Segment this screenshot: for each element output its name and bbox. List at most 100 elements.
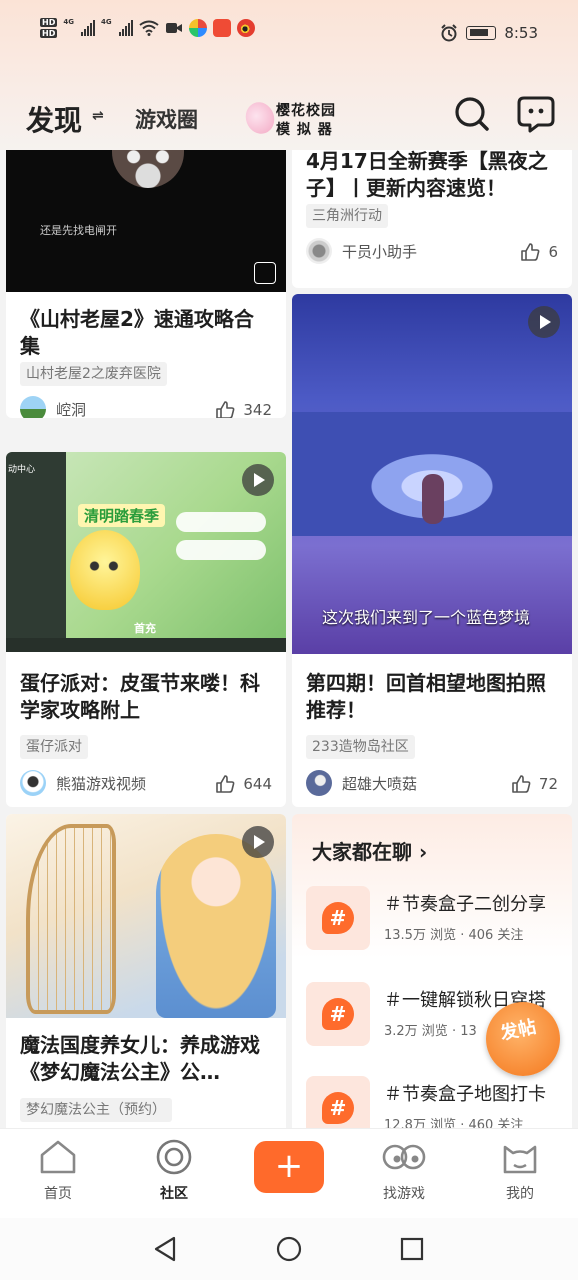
clock: 8:53 [504, 24, 538, 42]
post-title: 4月17日全新赛季【黑夜之子】丨更新内容速览！ [306, 150, 548, 200]
post-title: 《山村老屋2》速通攻略合集 [20, 307, 254, 358]
post-author[interactable]: 干员小助手 [306, 238, 417, 264]
topic-name: ＃节奏盒子二创分享 [384, 894, 546, 915]
promo-line-2: 模 拟 器 [276, 122, 333, 138]
topic-name: ＃节奏盒子地图打卡 [384, 1084, 546, 1105]
promo-banner-sakura-school[interactable]: 樱花校园 模 拟 器 [241, 96, 341, 140]
like-count: 342 [243, 401, 272, 418]
avatar [20, 396, 46, 418]
nav-home[interactable]: 首页 [18, 1139, 98, 1203]
hashtag-icon: # [306, 886, 370, 950]
like-button[interactable]: 644 [215, 774, 272, 794]
hd-indicator: HD HD [40, 18, 58, 38]
nav-find-games[interactable]: 找游戏 [364, 1139, 444, 1203]
like-button[interactable]: 342 [215, 400, 272, 418]
sakura-petal-icon [241, 98, 279, 138]
princess-image [156, 834, 276, 1018]
post-card[interactable]: 还是先找电闸开 《山村老屋2》速通攻略合集 山村老屋2之废弃医院 崆洞 342 [6, 150, 286, 418]
promo-line-1: 樱花校园 [276, 103, 336, 119]
find-games-icon [382, 1144, 426, 1170]
create-plus-button[interactable]: + [254, 1141, 324, 1193]
status-bar: HD HD 4G 4G 8:53 [0, 0, 578, 70]
hashtag-icon: # [306, 982, 370, 1046]
character-silhouette [422, 474, 444, 524]
tab-discover[interactable]: 发现 [26, 99, 82, 139]
wifi-icon [138, 20, 159, 36]
bulb-icon [254, 262, 276, 284]
nav-community[interactable]: 社区 [134, 1139, 214, 1203]
home-circle-icon[interactable] [276, 1236, 302, 1262]
post-author[interactable]: 熊猫游戏视频 [20, 770, 146, 796]
nav-mine[interactable]: 我的 [480, 1139, 560, 1203]
post-card[interactable]: 动中心 清明踏春季 首充 蛋仔派对：皮蛋节来喽！科学家攻略附上 蛋仔派对 熊猫游… [6, 452, 286, 807]
video-play-icon[interactable] [242, 826, 274, 858]
tab-game-circle[interactable]: 游戏圈 [135, 104, 198, 134]
hot-topics-title[interactable]: 大家都在聊 › [312, 836, 427, 865]
thumbs-up-icon [216, 775, 235, 793]
video-play-icon[interactable] [528, 306, 560, 338]
message-icon[interactable] [516, 94, 556, 134]
video-subtitle: 这次我们来到了一个蓝色梦境 [322, 608, 531, 627]
like-button[interactable]: 6 [520, 242, 558, 262]
bottom-nav: 首页 社区 + 找游戏 我的 [0, 1128, 578, 1218]
feed[interactable]: 还是先找电闸开 《山村老屋2》速通攻略合集 山村老屋2之废弃医院 崆洞 342 … [0, 150, 578, 1128]
post-card[interactable]: 这次我们来到了一个蓝色梦境 第四期！回首相望地图拍照推荐！ 233造物岛社区 超… [292, 294, 572, 807]
video-recorder-icon [165, 23, 182, 33]
topic-item[interactable]: # ＃节奏盒子地图打卡 12.8万 浏览 · 460 关注 [306, 1074, 572, 1128]
topic-stats: 3.2万 浏览 · 13 [384, 1024, 477, 1039]
app-notification-icon-2 [212, 19, 231, 37]
app-notification-icon [188, 19, 207, 37]
network-type-2: 4G [100, 18, 112, 26]
like-count: 72 [538, 775, 558, 793]
author-name: 干员小助手 [342, 242, 418, 261]
harp-image [26, 824, 116, 1014]
top-header: 发现 ⇌ 游戏圈 樱花校园 模 拟 器 [0, 90, 578, 146]
topic-stats: 13.5万 浏览 · 406 关注 [384, 928, 524, 943]
post-card[interactable]: 4月17日全新赛季【黑夜之子】丨更新内容速览！ 三角洲行动 干员小助手 6 [292, 150, 572, 288]
weibo-icon [236, 19, 255, 37]
thumbs-up-icon [512, 775, 531, 793]
post-author[interactable]: 超雄大喷菇 [306, 770, 417, 796]
post-tag[interactable]: 三角洲行动 [306, 204, 388, 228]
thumbs-up-icon [216, 401, 235, 418]
post-author[interactable]: 崆洞 [20, 396, 86, 418]
post-card[interactable]: 魔法国度养女儿：养成游戏《梦幻魔法公主》公… 梦幻魔法公主（预约） [6, 814, 286, 1128]
switch-icon[interactable]: ⇌ [92, 108, 104, 124]
cat-profile-icon [503, 1145, 537, 1174]
avatar [306, 770, 332, 796]
back-icon[interactable] [152, 1236, 178, 1262]
ui-pill [176, 540, 266, 560]
like-count: 644 [243, 775, 272, 793]
search-icon[interactable] [452, 94, 492, 134]
thumb-badge: 清明踏春季 [78, 504, 166, 527]
topic-stats: 12.8万 浏览 · 460 关注 [384, 1118, 524, 1128]
thumb-caption: 还是先找电闸开 [40, 224, 117, 237]
ghost-face-image [112, 150, 184, 188]
post-tag[interactable]: 233造物岛社区 [306, 735, 415, 759]
like-button[interactable]: 72 [511, 774, 558, 794]
post-tag[interactable]: 蛋仔派对 [20, 735, 88, 759]
game-sidebar-image [6, 452, 66, 652]
post-tag[interactable]: 梦幻魔法公主（预约） [20, 1098, 172, 1122]
thumb-corner: 动中心 [8, 465, 36, 475]
topic-item[interactable]: # ＃节奏盒子二创分享 13.5万 浏览 · 406 关注 [306, 884, 572, 954]
post-fab-button[interactable]: 发帖 [486, 1002, 560, 1076]
author-name: 熊猫游戏视频 [56, 774, 147, 793]
battery-icon [466, 26, 497, 40]
author-name: 超雄大喷菇 [342, 774, 418, 793]
recents-square-icon[interactable] [400, 1237, 424, 1261]
game-bottom-bar [6, 638, 286, 652]
video-thumbnail: 这次我们来到了一个蓝色梦境 [292, 294, 572, 654]
post-tag[interactable]: 山村老屋2之废弃医院 [20, 362, 167, 386]
video-play-icon[interactable] [242, 464, 274, 496]
signal-icon [80, 20, 95, 36]
avatar [306, 238, 332, 264]
hot-topics-card: 大家都在聊 › # ＃节奏盒子二创分享 13.5万 浏览 · 406 关注 # … [292, 814, 572, 1128]
avatar [20, 770, 46, 796]
thumbs-up-icon [521, 243, 540, 261]
system-nav-bar [0, 1218, 578, 1280]
network-type-1: 4G [63, 18, 74, 26]
alarm-icon [441, 24, 458, 42]
home-icon [40, 1140, 76, 1174]
post-title: 蛋仔派对：皮蛋节来喽！科学家攻略附上 [20, 671, 260, 722]
